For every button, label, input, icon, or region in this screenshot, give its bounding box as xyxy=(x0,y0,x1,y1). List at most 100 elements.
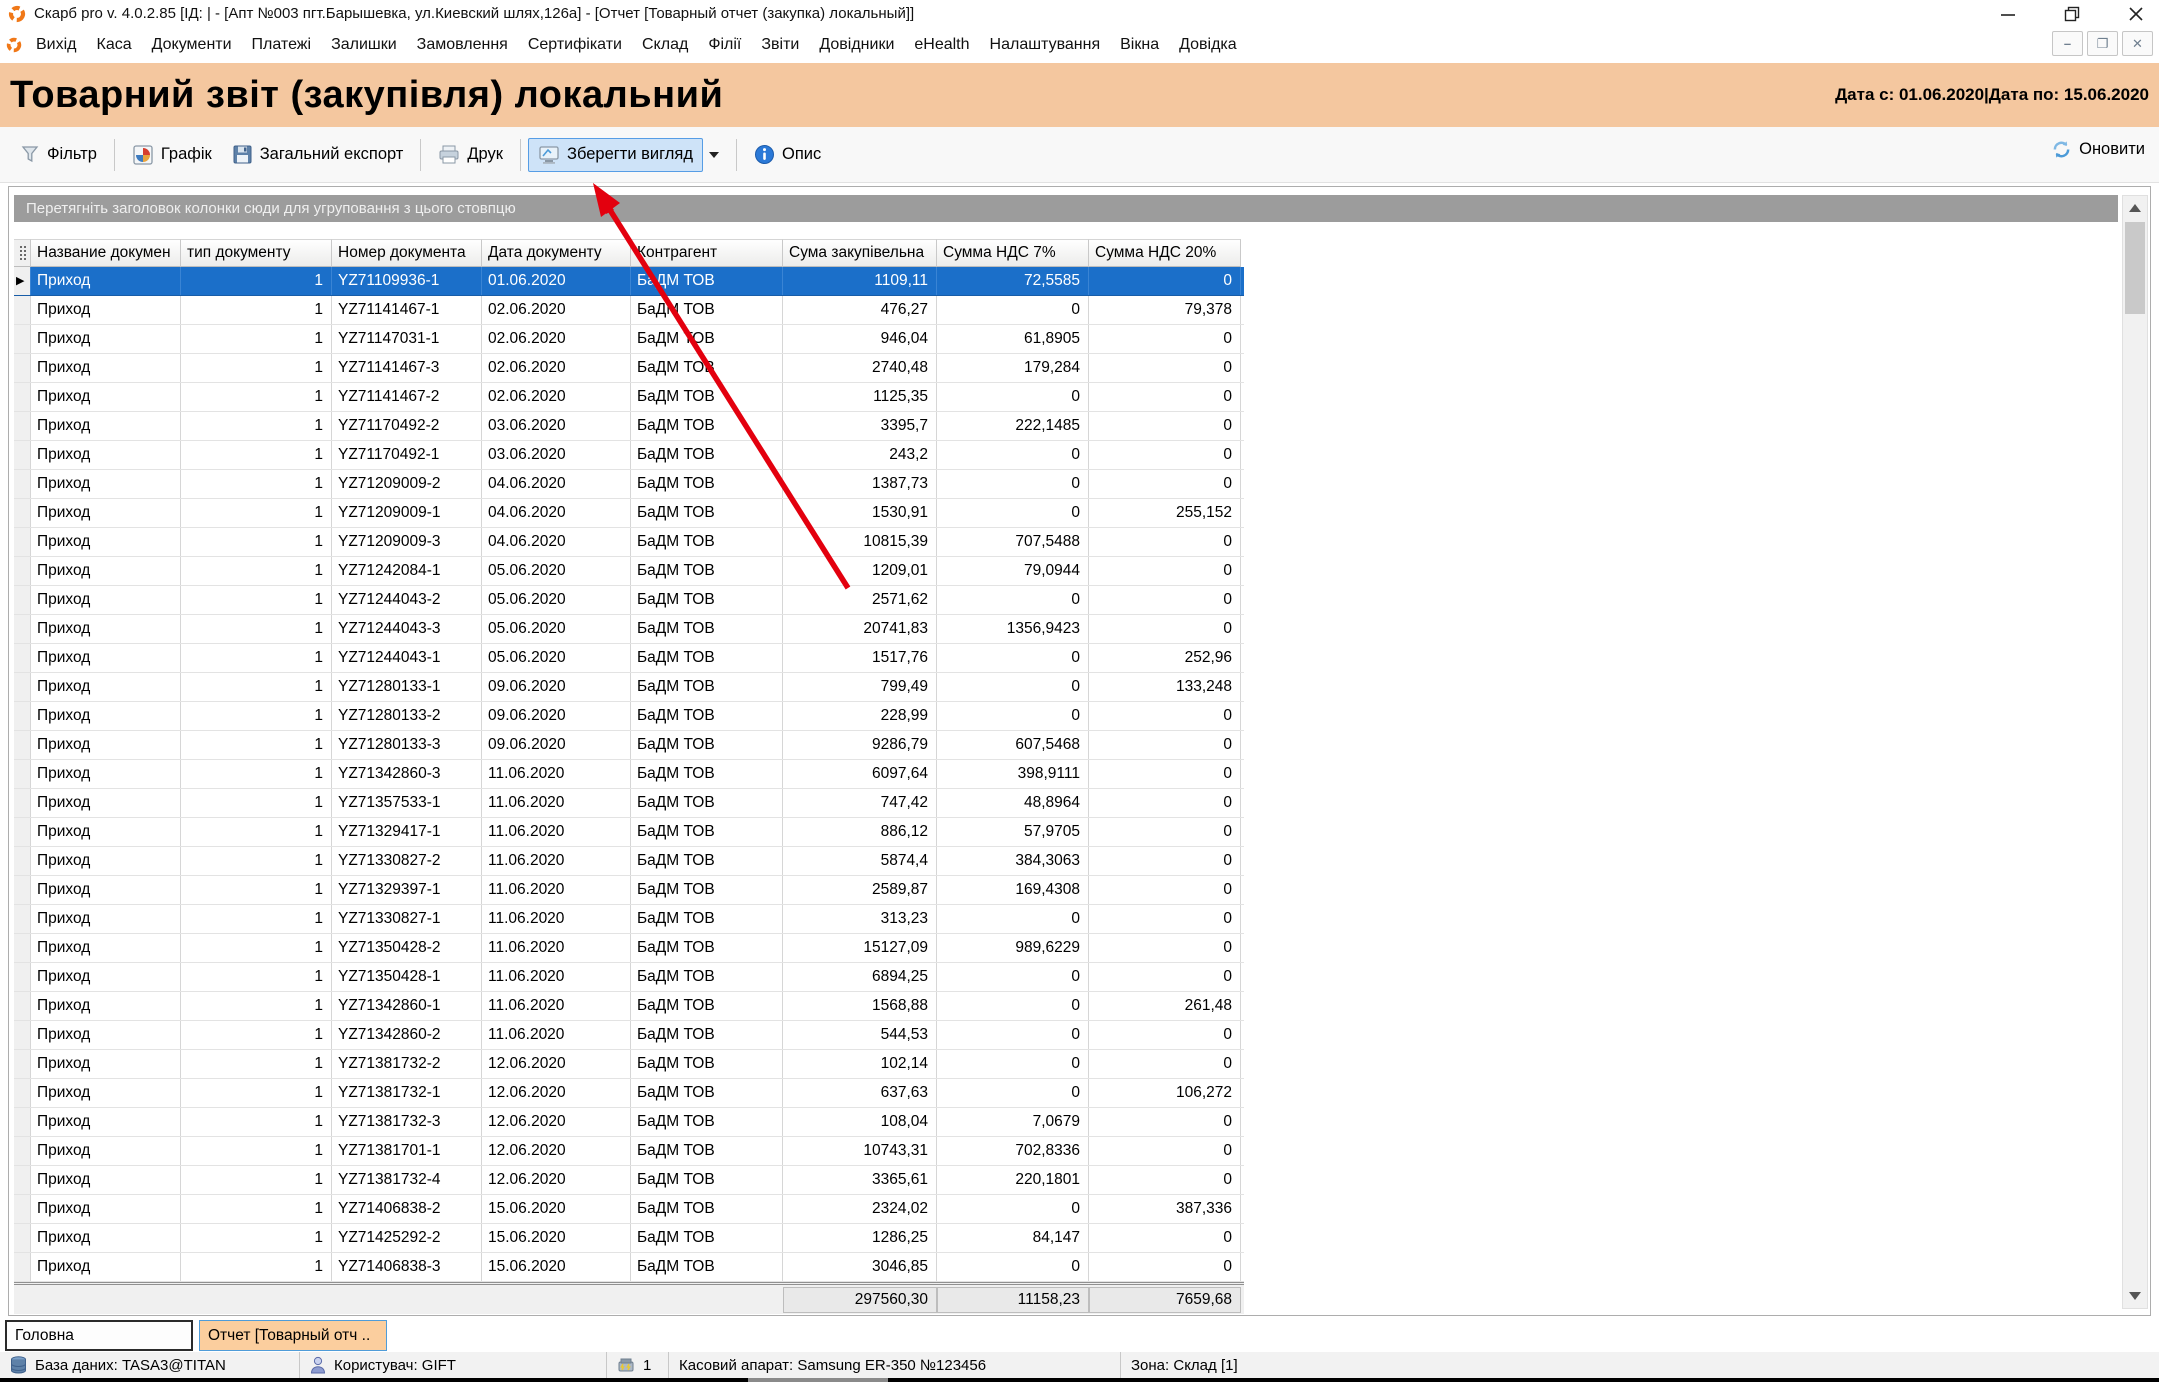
column-header-doc-type[interactable]: тип документу xyxy=(181,239,332,267)
table-row[interactable]: Приход1YZ71406838-215.06.2020БаДМ ТОВ232… xyxy=(14,1195,1244,1224)
menu-item-settings[interactable]: Налаштування xyxy=(980,30,1111,60)
cell: БаДМ ТОВ xyxy=(631,644,783,672)
table-row[interactable]: Приход1YZ71329397-111.06.2020БаДМ ТОВ258… xyxy=(14,876,1244,905)
restore-icon[interactable] xyxy=(2063,5,2081,23)
menu-item-cash[interactable]: Каса xyxy=(87,30,142,60)
table-row[interactable]: Приход1YZ71244043-105.06.2020БаДМ ТОВ151… xyxy=(14,644,1244,673)
chart-button[interactable]: Графік xyxy=(122,138,222,172)
table-row[interactable]: Приход1YZ71381732-312.06.2020БаДМ ТОВ108… xyxy=(14,1108,1244,1137)
save-view-button[interactable]: Зберегти вигляд xyxy=(528,138,703,172)
table-row[interactable]: Приход1YZ71330827-111.06.2020БаДМ ТОВ313… xyxy=(14,905,1244,934)
table-row[interactable]: Приход1YZ71381732-412.06.2020БаДМ ТОВ336… xyxy=(14,1166,1244,1195)
table-row[interactable]: Приход1YZ71209009-304.06.2020БаДМ ТОВ108… xyxy=(14,528,1244,557)
table-row[interactable]: Приход1YZ71242084-105.06.2020БаДМ ТОВ120… xyxy=(14,557,1244,586)
table-row[interactable]: Приход1YZ71147031-102.06.2020БаДМ ТОВ946… xyxy=(14,325,1244,354)
table-row[interactable]: Приход1YZ71244043-205.06.2020БаДМ ТОВ257… xyxy=(14,586,1244,615)
cell: 1 xyxy=(181,412,332,440)
table-row[interactable]: Приход1YZ71350428-211.06.2020БаДМ ТОВ151… xyxy=(14,934,1244,963)
table-row[interactable]: Приход1YZ71280133-209.06.2020БаДМ ТОВ228… xyxy=(14,702,1244,731)
refresh-button-label: Оновити xyxy=(2079,140,2145,159)
description-button[interactable]: Опис xyxy=(744,138,831,171)
tab-home[interactable]: Головна xyxy=(5,1320,193,1351)
cell: БаДМ ТОВ xyxy=(631,354,783,382)
row-indicator xyxy=(14,354,31,382)
menu-item-branches[interactable]: Філії xyxy=(698,30,751,60)
mdi-close-icon[interactable]: ✕ xyxy=(2122,31,2153,56)
refresh-button[interactable]: Оновити xyxy=(2051,139,2145,160)
column-header-vat7[interactable]: Сумма НДС 7% xyxy=(937,239,1089,267)
table-row[interactable]: Приход1YZ71381701-112.06.2020БаДМ ТОВ107… xyxy=(14,1137,1244,1166)
menu-item-certificates[interactable]: Сертифікати xyxy=(518,30,632,60)
vertical-scrollbar[interactable] xyxy=(2122,195,2148,1309)
status-database-text: База даних: TASA3@TITAN xyxy=(35,1357,226,1374)
table-row[interactable]: Приход1YZ71425292-215.06.2020БаДМ ТОВ128… xyxy=(14,1224,1244,1253)
cell: 1 xyxy=(181,1021,332,1049)
minimize-icon[interactable] xyxy=(1999,5,2017,23)
table-row[interactable]: Приход1YZ71170492-103.06.2020БаДМ ТОВ243… xyxy=(14,441,1244,470)
table-row[interactable]: Приход1YZ71141467-202.06.2020БаДМ ТОВ112… xyxy=(14,383,1244,412)
column-header-doc-name[interactable]: Название докумен xyxy=(31,239,181,267)
menu-item-directories[interactable]: Довідники xyxy=(809,30,904,60)
scroll-up-icon[interactable] xyxy=(2123,196,2147,220)
table-row[interactable]: Приход1YZ71342860-311.06.2020БаДМ ТОВ609… xyxy=(14,760,1244,789)
close-icon[interactable] xyxy=(2127,5,2145,23)
table-row[interactable]: Приход1YZ71141467-102.06.2020БаДМ ТОВ476… xyxy=(14,296,1244,325)
table-row[interactable]: Приход1YZ71342860-111.06.2020БаДМ ТОВ156… xyxy=(14,992,1244,1021)
column-header-purchase-sum[interactable]: Сума закупівельна xyxy=(783,239,937,267)
app-logo-small-icon xyxy=(6,37,22,53)
scrollbar-thumb[interactable] xyxy=(2125,222,2145,314)
table-row[interactable]: Приход1YZ71209009-104.06.2020БаДМ ТОВ153… xyxy=(14,499,1244,528)
menu-item-reports[interactable]: Звіти xyxy=(751,30,809,60)
column-header-vat20[interactable]: Сумма НДС 20% xyxy=(1089,239,1241,267)
cell: 09.06.2020 xyxy=(482,673,631,701)
cell: 1 xyxy=(181,354,332,382)
table-row[interactable]: Приход1YZ71350428-111.06.2020БаДМ ТОВ689… xyxy=(14,963,1244,992)
menu-item-ehealth[interactable]: eHealth xyxy=(904,30,979,60)
mdi-minimize-icon[interactable]: – xyxy=(2052,31,2083,56)
table-row[interactable]: Приход1YZ71329417-111.06.2020БаДМ ТОВ886… xyxy=(14,818,1244,847)
table-row[interactable]: Приход1YZ71381732-112.06.2020БаДМ ТОВ637… xyxy=(14,1079,1244,1108)
menu-item-stock[interactable]: Залишки xyxy=(321,30,407,60)
menu-item-documents[interactable]: Документи xyxy=(142,30,242,60)
toolbar-separator xyxy=(420,139,421,171)
table-row[interactable]: Приход1YZ71244043-305.06.2020БаДМ ТОВ207… xyxy=(14,615,1244,644)
table-row[interactable]: Приход1YZ71357533-111.06.2020БаДМ ТОВ747… xyxy=(14,789,1244,818)
row-indicator xyxy=(14,702,31,730)
save-view-icon xyxy=(538,144,560,166)
table-row[interactable]: Приход1YZ71406838-315.06.2020БаДМ ТОВ304… xyxy=(14,1253,1244,1282)
table-row[interactable]: Приход1YZ71280133-109.06.2020БаДМ ТОВ799… xyxy=(14,673,1244,702)
column-header-doc-number[interactable]: Номер документа xyxy=(332,239,482,267)
save-view-dropdown-icon[interactable] xyxy=(709,152,719,158)
menu-item-orders[interactable]: Замовлення xyxy=(407,30,518,60)
menu-item-windows[interactable]: Вікна xyxy=(1110,30,1169,60)
print-button[interactable]: Друк xyxy=(428,138,513,172)
table-row[interactable]: Приход1YZ71280133-309.06.2020БаДМ ТОВ928… xyxy=(14,731,1244,760)
cell: 3365,61 xyxy=(783,1166,937,1194)
refresh-icon xyxy=(2051,139,2072,160)
scroll-down-icon[interactable] xyxy=(2123,1284,2147,1308)
menu-item-help[interactable]: Довідка xyxy=(1169,30,1247,60)
table-row[interactable]: Приход1YZ71330827-211.06.2020БаДМ ТОВ587… xyxy=(14,847,1244,876)
group-by-hint: Перетягніть заголовок колонки сюди для у… xyxy=(26,200,516,217)
cell: 79,378 xyxy=(1089,296,1241,324)
table-row[interactable]: Приход1YZ71141467-302.06.2020БаДМ ТОВ274… xyxy=(14,354,1244,383)
menu-item-payments[interactable]: Платежі xyxy=(242,30,322,60)
row-indicator xyxy=(14,1050,31,1078)
filter-button[interactable]: Фільтр xyxy=(10,139,107,171)
grid-corner-cell[interactable] xyxy=(14,239,31,267)
cell: БаДМ ТОВ xyxy=(631,1195,783,1223)
table-row[interactable]: Приход1YZ71381732-212.06.2020БаДМ ТОВ102… xyxy=(14,1050,1244,1079)
table-row[interactable]: Приход1YZ71342860-211.06.2020БаДМ ТОВ544… xyxy=(14,1021,1244,1050)
mdi-restore-icon[interactable]: ❐ xyxy=(2087,31,2118,56)
table-row[interactable]: Приход1YZ71109936-101.06.2020БаДМ ТОВ110… xyxy=(14,267,1244,296)
column-header-doc-date[interactable]: Дата документу xyxy=(482,239,631,267)
table-row[interactable]: Приход1YZ71209009-204.06.2020БаДМ ТОВ138… xyxy=(14,470,1244,499)
table-row[interactable]: Приход1YZ71170492-203.06.2020БаДМ ТОВ339… xyxy=(14,412,1244,441)
menu-item-warehouse[interactable]: Склад xyxy=(632,30,698,60)
cell: 0 xyxy=(1089,267,1241,295)
export-button[interactable]: Загальний експорт xyxy=(222,138,414,171)
group-by-bar[interactable]: Перетягніть заголовок колонки сюди для у… xyxy=(14,195,2118,222)
tab-report[interactable]: Отчет [Товарный отч .. xyxy=(199,1320,387,1351)
column-header-contragent[interactable]: Контрагент xyxy=(631,239,783,267)
menu-item-exit[interactable]: Вихід xyxy=(26,30,87,60)
